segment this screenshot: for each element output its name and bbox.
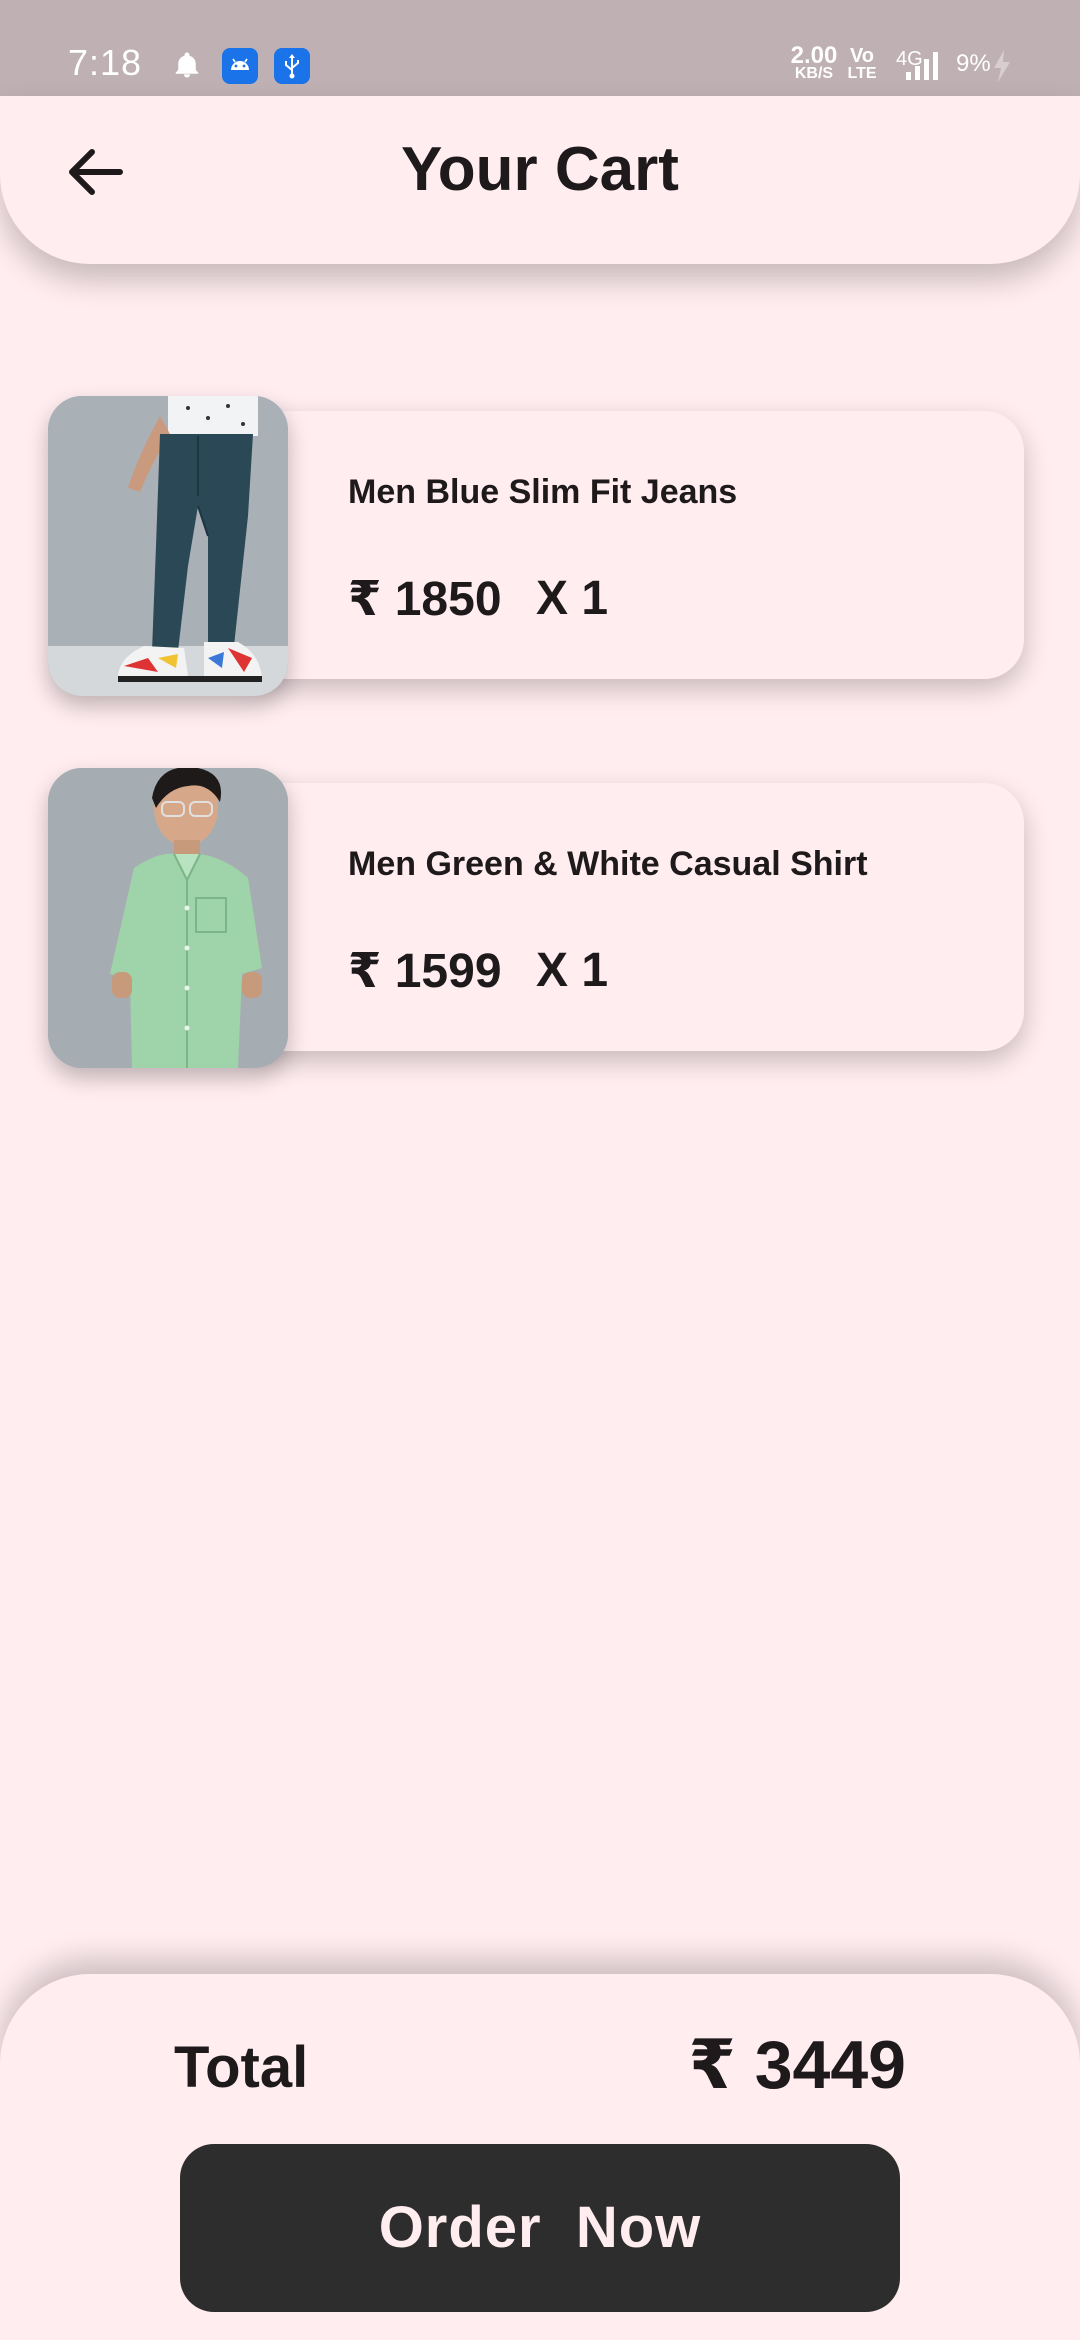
cart-item-price: ₹ 1850 <box>348 573 502 626</box>
cart-item-name: Men Blue Slim Fit Jeans <box>348 473 738 511</box>
network-speed: 2.00 KB/S <box>784 42 844 82</box>
jeans-product-image[interactable] <box>48 396 288 696</box>
volte-top: Vo <box>849 45 875 67</box>
status-bar: 7:18 2.00 KB/S Vo LTE 4G 9% <box>0 0 1080 96</box>
checkout-footer: Total ₹ 3449 Order Now <box>0 1974 1080 2340</box>
cart-item[interactable]: Men Blue Slim Fit Jeans ₹ 1850 X 1 <box>48 396 1024 696</box>
cart-item-name: Men Green & White Casual Shirt <box>348 845 868 883</box>
bell-icon <box>175 52 199 78</box>
cart-item-quantity: X 1 <box>536 944 609 997</box>
cart-item-quantity: X 1 <box>536 572 609 625</box>
volte-bottom: LTE <box>847 65 877 82</box>
cart-item-card: Men Green & White Casual Shirt ₹ 1599 X … <box>238 783 1024 1051</box>
usb-icon <box>274 48 310 84</box>
total-label: Total <box>174 2035 309 2100</box>
cart-item-price: ₹ 1599 <box>348 945 502 998</box>
network-speed-value: 2.00 <box>790 42 838 69</box>
status-time: 7:18 <box>68 42 143 83</box>
android-icon <box>222 48 258 84</box>
cart-item[interactable]: Men Green & White Casual Shirt ₹ 1599 X … <box>48 768 1024 1068</box>
page-title: Your Cart <box>401 135 679 204</box>
total-value: ₹ 3449 <box>688 2027 906 2103</box>
battery-percent: 9% <box>956 50 991 77</box>
signal-icon <box>906 52 938 80</box>
charging-icon <box>994 50 1010 82</box>
order-now-button[interactable]: Order Now <box>180 2144 900 2312</box>
order-now-label: Order Now <box>378 2195 702 2260</box>
shirt-product-image[interactable] <box>48 768 288 1068</box>
app-header: Your Cart <box>0 96 1080 264</box>
cart-item-card: Men Blue Slim Fit Jeans ₹ 1850 X 1 <box>238 411 1024 679</box>
volte-indicator: Vo LTE <box>842 46 882 82</box>
